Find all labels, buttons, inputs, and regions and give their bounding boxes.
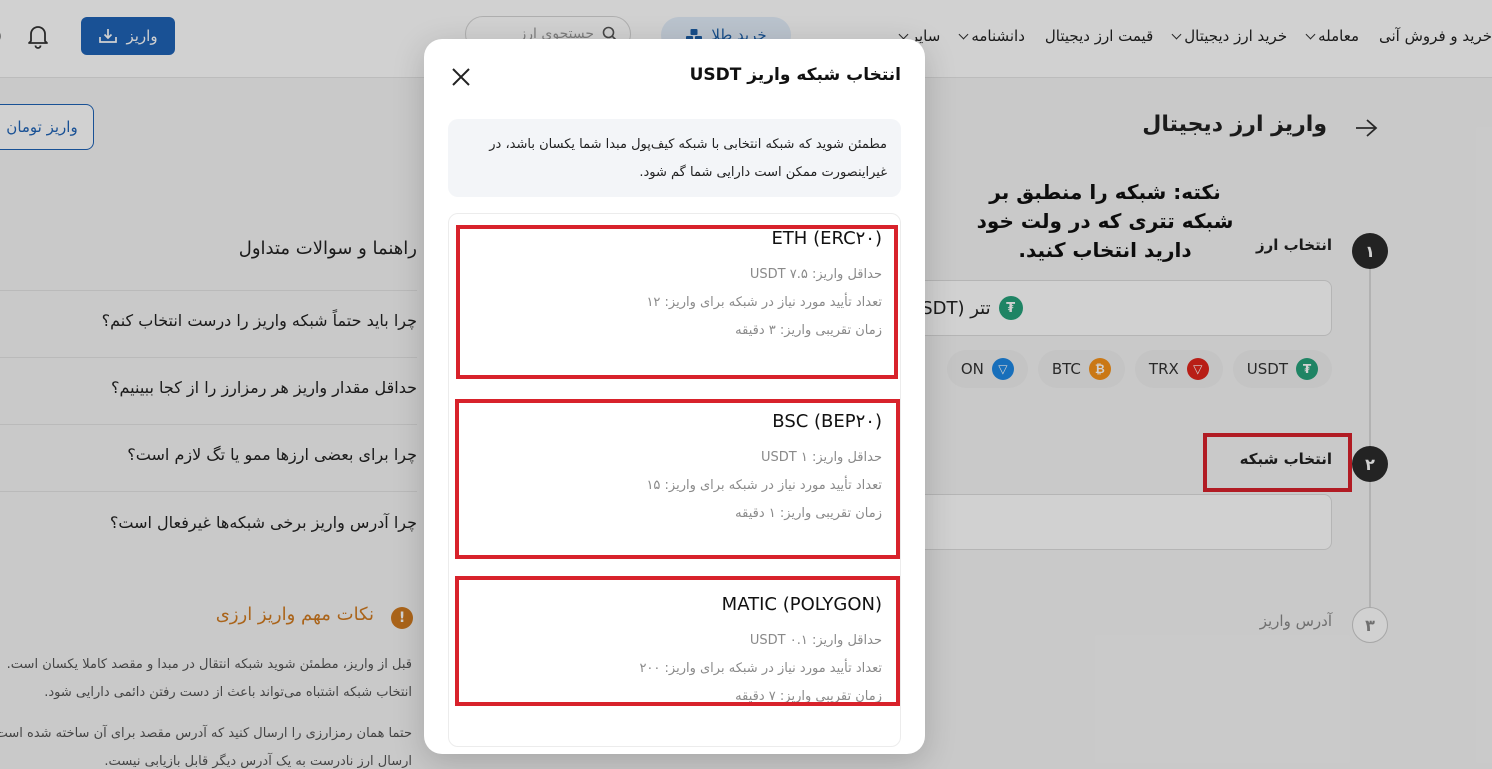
select-network-modal: انتخاب شبکه واریز USDT مطمئن شوید که شبک…	[424, 39, 925, 754]
eth-option-highlight	[456, 225, 898, 379]
network-warning-text: مطمئن شوید که شبکه انتخابی با شبکه کیف‌پ…	[448, 119, 901, 197]
matic-option-highlight	[455, 576, 900, 706]
close-icon[interactable]	[450, 66, 472, 88]
bsc-option-highlight	[455, 399, 900, 559]
modal-title: انتخاب شبکه واریز USDT	[689, 65, 901, 85]
